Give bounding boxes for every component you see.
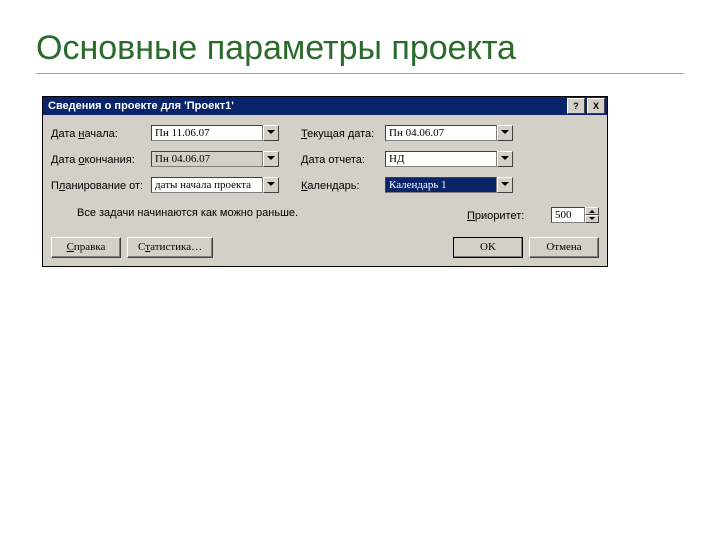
help-titlebar-button[interactable]: ?: [567, 98, 585, 114]
end-date-combo[interactable]: Пн 04.06.07: [151, 151, 279, 169]
start-date-value: Пн 11.06.07: [151, 125, 263, 141]
end-date-value: Пн 04.06.07: [151, 151, 263, 167]
spin-down-icon[interactable]: [585, 215, 599, 223]
slide-title: Основные параметры проекта: [36, 28, 684, 74]
statistics-button[interactable]: Статистика…: [127, 237, 213, 258]
close-button[interactable]: X: [587, 98, 605, 114]
calendar-label: Календарь:: [301, 180, 385, 192]
planning-value: даты начала проекта: [151, 177, 263, 193]
dropdown-icon[interactable]: [263, 125, 279, 141]
titlebar-text: Сведения о проекте для 'Проект1': [45, 100, 565, 112]
current-date-combo[interactable]: Пн 04.06.07: [385, 125, 513, 143]
start-date-combo[interactable]: Пн 11.06.07: [151, 125, 279, 143]
dropdown-icon[interactable]: [497, 177, 513, 193]
report-date-combo[interactable]: НД: [385, 151, 513, 169]
dropdown-icon[interactable]: [497, 125, 513, 141]
titlebar: Сведения о проекте для 'Проект1' ? X: [43, 97, 607, 115]
spin-up-icon[interactable]: [585, 207, 599, 215]
current-date-value: Пн 04.06.07: [385, 125, 497, 141]
dropdown-icon[interactable]: [497, 151, 513, 167]
current-date-label: Текущая дата:: [301, 128, 385, 140]
planning-note: Все задачи начинаются как можно раньше.: [77, 207, 467, 219]
calendar-combo[interactable]: Календарь 1: [385, 177, 513, 195]
help-button[interactable]: Справка: [51, 237, 121, 258]
planning-label: Планирование от:: [51, 180, 151, 192]
planning-combo[interactable]: даты начала проекта: [151, 177, 279, 195]
end-date-label: Дата окончания:: [51, 154, 151, 166]
cancel-button[interactable]: Отмена: [529, 237, 599, 258]
dropdown-icon[interactable]: [263, 177, 279, 193]
project-info-dialog: Сведения о проекте для 'Проект1' ? X Дат…: [42, 96, 608, 267]
priority-spinner[interactable]: [551, 207, 599, 225]
ok-button[interactable]: OK: [453, 237, 523, 258]
start-date-label: Дата начала:: [51, 128, 151, 140]
report-date-value: НД: [385, 151, 497, 167]
report-date-label: Дата отчета:: [301, 154, 385, 166]
priority-label: Приоритет:: [467, 210, 551, 222]
priority-input[interactable]: [551, 207, 585, 223]
calendar-value: Календарь 1: [385, 177, 497, 193]
dropdown-icon[interactable]: [263, 151, 279, 167]
